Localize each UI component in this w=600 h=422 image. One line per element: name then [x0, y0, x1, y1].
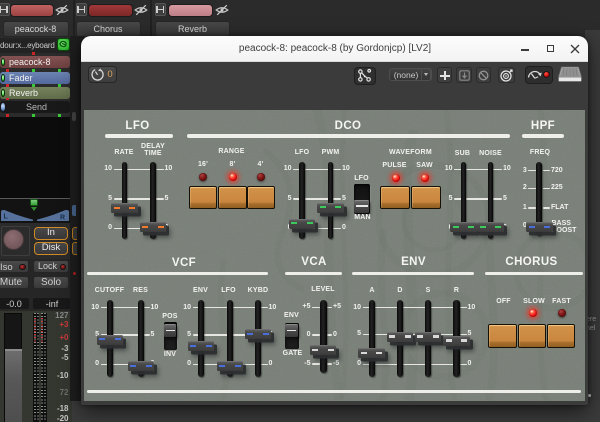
svg-text:L: L: [4, 214, 9, 221]
svg-text:R: R: [60, 215, 65, 222]
